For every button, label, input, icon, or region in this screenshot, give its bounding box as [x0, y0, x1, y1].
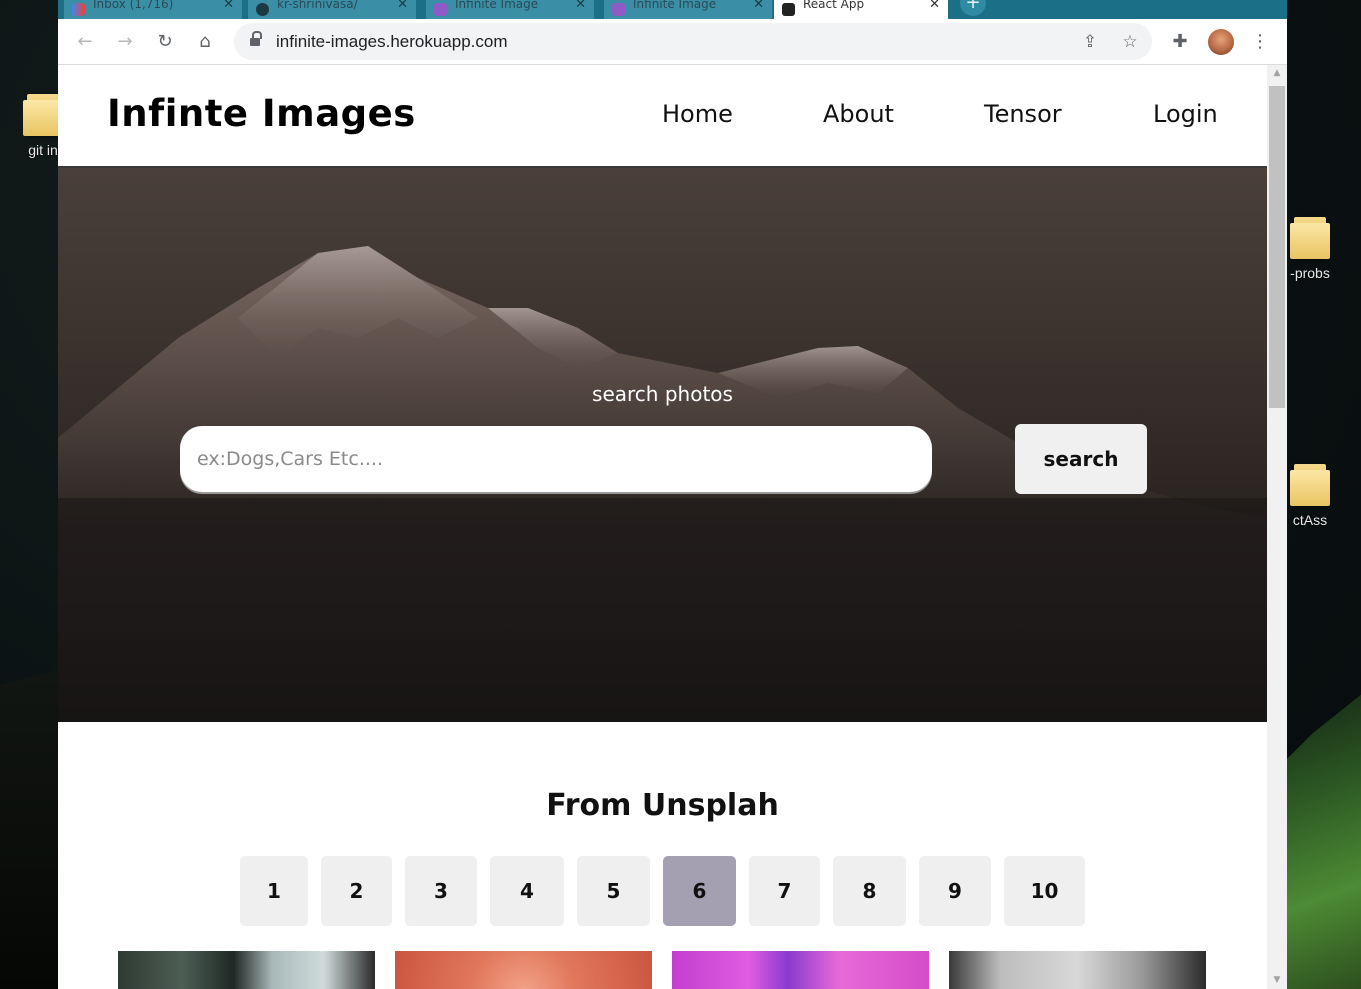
tab-infinite-images-1[interactable]: Infinite Image ✕: [426, 0, 594, 19]
folder-icon: [23, 92, 63, 138]
desktop-icon-ctass[interactable]: ctAss: [1280, 462, 1340, 528]
desktop-icon-label: git in: [28, 142, 58, 158]
scroll-thumb[interactable]: [1269, 86, 1285, 408]
desktop-icon-label: -probs: [1290, 265, 1330, 281]
extensions-puzzle-icon[interactable]: ✚: [1168, 30, 1192, 54]
close-icon[interactable]: ✕: [397, 0, 408, 12]
tab-title: Infinite Image: [633, 0, 717, 11]
home-icon[interactable]: ⌂: [193, 30, 217, 54]
photo-thumbnail[interactable]: [672, 951, 929, 989]
close-icon[interactable]: ✕: [223, 0, 234, 12]
share-icon[interactable]: ⇪: [1078, 30, 1102, 54]
browser-toolbar: ← → ↻ ⌂ infinite-images.herokuapp.com ⇪ …: [58, 19, 1287, 65]
desktop-wallpaper-left: [0, 669, 60, 989]
heroku-icon: [612, 3, 625, 16]
tab-react-app[interactable]: React App ✕: [774, 0, 948, 19]
menu-kebab-icon[interactable]: ⋮: [1248, 30, 1272, 54]
nav-login[interactable]: Login: [1153, 100, 1218, 128]
search-button[interactable]: search: [1015, 424, 1147, 494]
site-brand[interactable]: Infinte Images: [107, 92, 416, 135]
folder-icon: [1290, 462, 1330, 508]
nav-tensor[interactable]: Tensor: [984, 100, 1062, 128]
page-button-6[interactable]: 6: [663, 856, 736, 926]
section-title: From Unsplah: [546, 788, 779, 823]
close-icon[interactable]: ✕: [753, 0, 764, 12]
back-arrow-icon[interactable]: ←: [73, 30, 97, 54]
tab-infinite-images-2[interactable]: Infinite Image ✕: [604, 0, 772, 19]
url-text: infinite-images.herokuapp.com: [276, 32, 508, 51]
lock-icon: [250, 31, 262, 47]
page-button-8[interactable]: 8: [833, 856, 906, 926]
search-label: search photos: [592, 382, 733, 406]
hero-banner: search photos search: [58, 168, 1267, 722]
photo-thumbnail[interactable]: [118, 951, 375, 989]
nav-about[interactable]: About: [823, 100, 894, 128]
desktop-icon-probs[interactable]: -probs: [1280, 215, 1340, 281]
folder-icon: [1290, 215, 1330, 261]
tab-title: Infinite Image: [455, 0, 539, 11]
github-icon: [256, 3, 269, 16]
page-viewport: Infinte Images Home About Tensor Login s…: [58, 65, 1267, 989]
new-tab-button[interactable]: +: [960, 0, 986, 16]
heroku-icon: [434, 3, 447, 16]
scroll-down-arrow-icon[interactable]: ▼: [1267, 972, 1287, 989]
page-button-4[interactable]: 4: [490, 856, 564, 926]
tab-title: Inbox (1,716): [93, 0, 174, 11]
search-input[interactable]: [180, 426, 932, 492]
page-button-5[interactable]: 5: [577, 856, 650, 926]
page-button-1[interactable]: 1: [240, 856, 308, 926]
tab-github[interactable]: kr-shrinivasa/ ✕: [248, 0, 416, 19]
page-button-10[interactable]: 10: [1004, 856, 1085, 926]
gmail-icon: [72, 3, 85, 16]
page-button-2[interactable]: 2: [321, 856, 392, 926]
close-icon[interactable]: ✕: [575, 0, 586, 12]
close-icon[interactable]: ✕: [929, 0, 940, 12]
page-scrollbar[interactable]: ▲ ▼: [1267, 65, 1287, 989]
desktop-wallpaper-hill: [1281, 694, 1361, 989]
forward-arrow-icon[interactable]: →: [113, 30, 137, 54]
photo-thumbnail[interactable]: [395, 951, 652, 989]
site-navbar: Infinte Images Home About Tensor Login: [58, 65, 1267, 168]
page-button-9[interactable]: 9: [919, 856, 991, 926]
desktop-icon-label: ctAss: [1292, 512, 1328, 528]
tab-strip: Inbox (1,716) ✕ kr-shrinivasa/ ✕ Infinit…: [58, 0, 1287, 19]
page-button-7[interactable]: 7: [749, 856, 820, 926]
page-button-3[interactable]: 3: [405, 856, 477, 926]
nav-home[interactable]: Home: [662, 100, 733, 128]
browser-window: Inbox (1,716) ✕ kr-shrinivasa/ ✕ Infinit…: [58, 0, 1287, 989]
photo-thumbnail[interactable]: [949, 951, 1206, 989]
tab-title: kr-shrinivasa/: [277, 0, 358, 11]
tab-title: React App: [803, 0, 865, 11]
address-bar[interactable]: infinite-images.herokuapp.com ⇪ ☆: [234, 23, 1152, 60]
scroll-up-arrow-icon[interactable]: ▲: [1267, 65, 1287, 82]
tab-gmail[interactable]: Inbox (1,716) ✕: [64, 0, 242, 19]
profile-avatar[interactable]: [1208, 29, 1234, 55]
reload-icon[interactable]: ↻: [153, 30, 177, 54]
bookmark-star-icon[interactable]: ☆: [1118, 30, 1142, 54]
react-icon: [782, 3, 795, 16]
